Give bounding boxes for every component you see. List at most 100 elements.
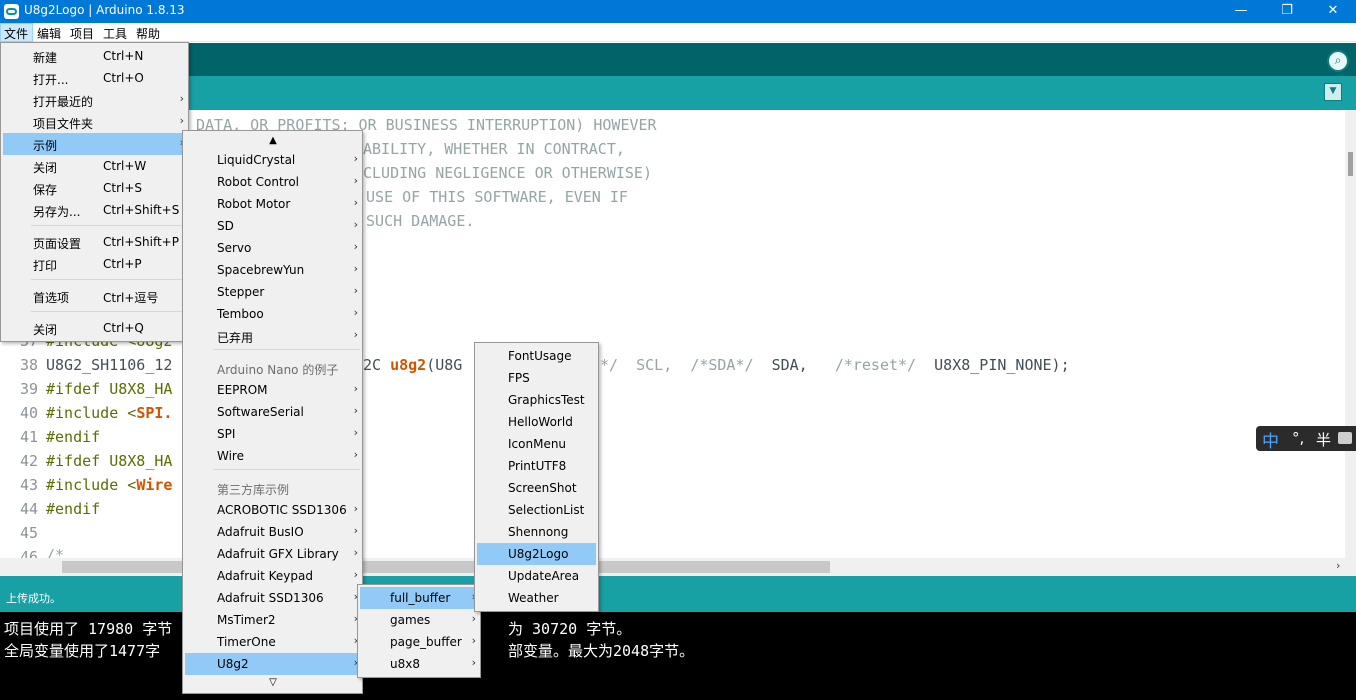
title-bar: U8g2Logo | Arduino 1.8.13 — ❐ ✕ xyxy=(0,0,1356,23)
full-buffer-example-item[interactable]: HelloWorld xyxy=(477,411,596,433)
examples-menu-item[interactable]: MsTimer2 › xyxy=(185,609,360,631)
ime-mode[interactable]: 中 xyxy=(1262,427,1279,452)
full-buffer-example-item[interactable]: UpdateArea xyxy=(477,565,596,587)
chevron-right-icon: › xyxy=(353,404,358,417)
line-number: 39 xyxy=(19,380,38,398)
full-buffer-example-item[interactable]: Shennong xyxy=(477,521,596,543)
u8g2-submenu-item[interactable]: full_buffer› xyxy=(360,587,478,609)
menu-help[interactable]: 帮助 xyxy=(136,25,160,42)
menu-item-label: LiquidCrystal xyxy=(217,153,296,167)
ime-punct[interactable]: °, xyxy=(1292,429,1304,447)
full-buffer-example-item[interactable]: PrintUTF8 xyxy=(477,455,596,477)
menu-tools[interactable]: 工具 xyxy=(103,25,127,42)
menu-edit[interactable]: 编辑 xyxy=(37,25,61,42)
menu-file[interactable]: 文件 xyxy=(4,25,28,42)
examples-menu-item[interactable]: ACROBOTIC SSD1306 › xyxy=(185,499,360,521)
tab-menu-chevron-down-icon[interactable]: ▼ xyxy=(1324,83,1342,101)
scroll-right-arrow-icon[interactable]: › xyxy=(1336,559,1340,572)
file-menu-open-recent[interactable]: 打开最近的 › xyxy=(3,89,186,111)
full-buffer-example-item[interactable]: Weather xyxy=(477,587,596,609)
maximize-button[interactable]: ❐ xyxy=(1264,0,1310,23)
file-menu-save[interactable]: 保存 Ctrl+S xyxy=(3,177,186,199)
examples-menu-item[interactable]: Servo › xyxy=(185,237,360,259)
ime-toolbar[interactable]: 中 °, 半 xyxy=(1256,426,1356,452)
scroll-thumb[interactable] xyxy=(62,561,830,573)
code-line: #endif xyxy=(46,500,101,518)
menu-sketch[interactable]: 项目 xyxy=(70,25,94,42)
file-menu-new[interactable]: 新建 Ctrl+N xyxy=(3,45,186,67)
file-menu-preferences[interactable]: 首选项 Ctrl+逗号 xyxy=(3,285,186,307)
u8g2-submenu-item[interactable]: page_buffer › xyxy=(360,631,478,653)
examples-menu-item[interactable]: Adafruit BusIO › xyxy=(185,521,360,543)
line-number: 38 xyxy=(19,356,38,374)
file-menu-save-as[interactable]: 另存为... Ctrl+Shift+S xyxy=(3,199,186,221)
close-button[interactable]: ✕ xyxy=(1310,0,1356,23)
examples-menu-item[interactable]: Adafruit GFX Library › xyxy=(185,543,360,565)
examples-menu-item[interactable]: EEPROM › xyxy=(185,379,360,401)
u8g2-submenu-item[interactable]: u8x8 › xyxy=(360,653,478,675)
examples-menu-item[interactable]: TimerOne › xyxy=(185,631,360,653)
full-buffer-example-item[interactable]: ScreenShot xyxy=(477,477,596,499)
full-buffer-example-item[interactable]: FPS xyxy=(477,367,596,389)
menu-item-label: TimerOne xyxy=(217,635,276,649)
examples-menu-item[interactable]: SPI › xyxy=(185,423,360,445)
serial-monitor-icon[interactable]: ⌕ xyxy=(1327,50,1349,72)
vertical-scrollbar[interactable] xyxy=(1345,110,1356,558)
u8g2-submenu: full_buffer›games › page_buffer › u8x8 › xyxy=(357,584,481,678)
file-menu-print[interactable]: 打印 Ctrl+P xyxy=(3,253,186,275)
window-title: U8g2Logo | Arduino 1.8.13 xyxy=(24,3,185,17)
examples-menu-item[interactable]: LiquidCrystal › xyxy=(185,149,360,171)
file-menu-examples[interactable]: 示例› xyxy=(3,133,186,155)
file-menu-sketchbook[interactable]: 项目文件夹 › xyxy=(3,111,186,133)
examples-menu-item[interactable]: Temboo › xyxy=(185,303,360,325)
chevron-right-icon: › xyxy=(353,152,358,165)
examples-menu-item[interactable]: 已弃用 › xyxy=(185,325,360,347)
file-menu-close[interactable]: 关闭 Ctrl+W xyxy=(3,155,186,177)
examples-menu-item[interactable]: SoftwareSerial › xyxy=(185,401,360,423)
examples-menu-item[interactable]: Wire › xyxy=(185,445,360,467)
examples-menu-item[interactable]: SD › xyxy=(185,215,360,237)
full-buffer-example-item[interactable]: GraphicsTest xyxy=(477,389,596,411)
console-line: 为 30720 字节。 xyxy=(508,620,632,638)
menu-item-label: Temboo xyxy=(217,307,264,321)
menu-item-label: Adafruit BusIO xyxy=(217,525,304,539)
examples-menu-item[interactable]: SpacebrewYun › xyxy=(185,259,360,281)
code-line: */ SCL, /*SDA*/ SDA, /*reset*/ U8X8_PIN_… xyxy=(600,356,1070,374)
full-buffer-example-item[interactable]: U8g2Logo xyxy=(477,543,596,565)
examples-section-header: Arduino Nano 的例子 xyxy=(185,357,360,379)
menu-item-label: Arduino Nano 的例子 xyxy=(217,363,339,377)
file-menu-open[interactable]: 打开... Ctrl+O xyxy=(3,67,186,89)
full-buffer-example-item[interactable]: SelectionList xyxy=(477,499,596,521)
ime-width[interactable]: 半 xyxy=(1316,429,1331,450)
scroll-up-arrow-icon[interactable]: ▲ xyxy=(266,135,280,146)
examples-menu-item[interactable]: Robot Motor › xyxy=(185,193,360,215)
full-buffer-example-item[interactable]: FontUsage xyxy=(477,345,596,367)
arduino-logo-icon xyxy=(4,4,19,19)
examples-menu-item[interactable]: U8g2 › xyxy=(185,653,360,675)
menu-item-label: Robot Control xyxy=(217,175,299,189)
file-menu: 新建Ctrl+N 打开...Ctrl+O 打开最近的› 项目文件夹› 示例› 关… xyxy=(0,42,189,342)
line-number: 41 xyxy=(19,428,38,446)
chevron-right-icon: › xyxy=(353,382,358,395)
chevron-right-icon: › xyxy=(471,612,476,625)
scroll-down-arrow-icon[interactable]: ▽ xyxy=(266,677,280,688)
examples-menu-item[interactable]: Adafruit SSD1306 › xyxy=(185,587,360,609)
examples-menu-item[interactable]: Robot Control › xyxy=(185,171,360,193)
examples-menu-item[interactable]: Stepper › xyxy=(185,281,360,303)
file-menu-quit[interactable]: 关闭 Ctrl+Q xyxy=(3,317,186,339)
menu-item-label: U8g2Logo xyxy=(508,547,569,561)
full-buffer-example-item[interactable]: IconMenu xyxy=(477,433,596,455)
chevron-right-icon: › xyxy=(353,196,358,209)
minimize-button[interactable]: — xyxy=(1218,0,1264,23)
console-line: 全局变量使用了1477字 xyxy=(4,642,161,660)
menu-item-label: ACROBOTIC SSD1306 xyxy=(217,503,347,517)
menu-item-label: Shennong xyxy=(508,525,569,539)
u8g2-submenu-item[interactable]: games › xyxy=(360,609,478,631)
menu-item-label: HelloWorld xyxy=(508,415,573,429)
shirt-icon[interactable] xyxy=(1338,432,1352,444)
chevron-right-icon: › xyxy=(353,568,358,581)
menu-item-label: Adafruit Keypad xyxy=(217,569,313,583)
file-menu-page-setup[interactable]: 页面设置 Ctrl+Shift+P xyxy=(3,231,186,253)
menu-item-label: GraphicsTest xyxy=(508,393,585,407)
examples-menu-item[interactable]: Adafruit Keypad › xyxy=(185,565,360,587)
